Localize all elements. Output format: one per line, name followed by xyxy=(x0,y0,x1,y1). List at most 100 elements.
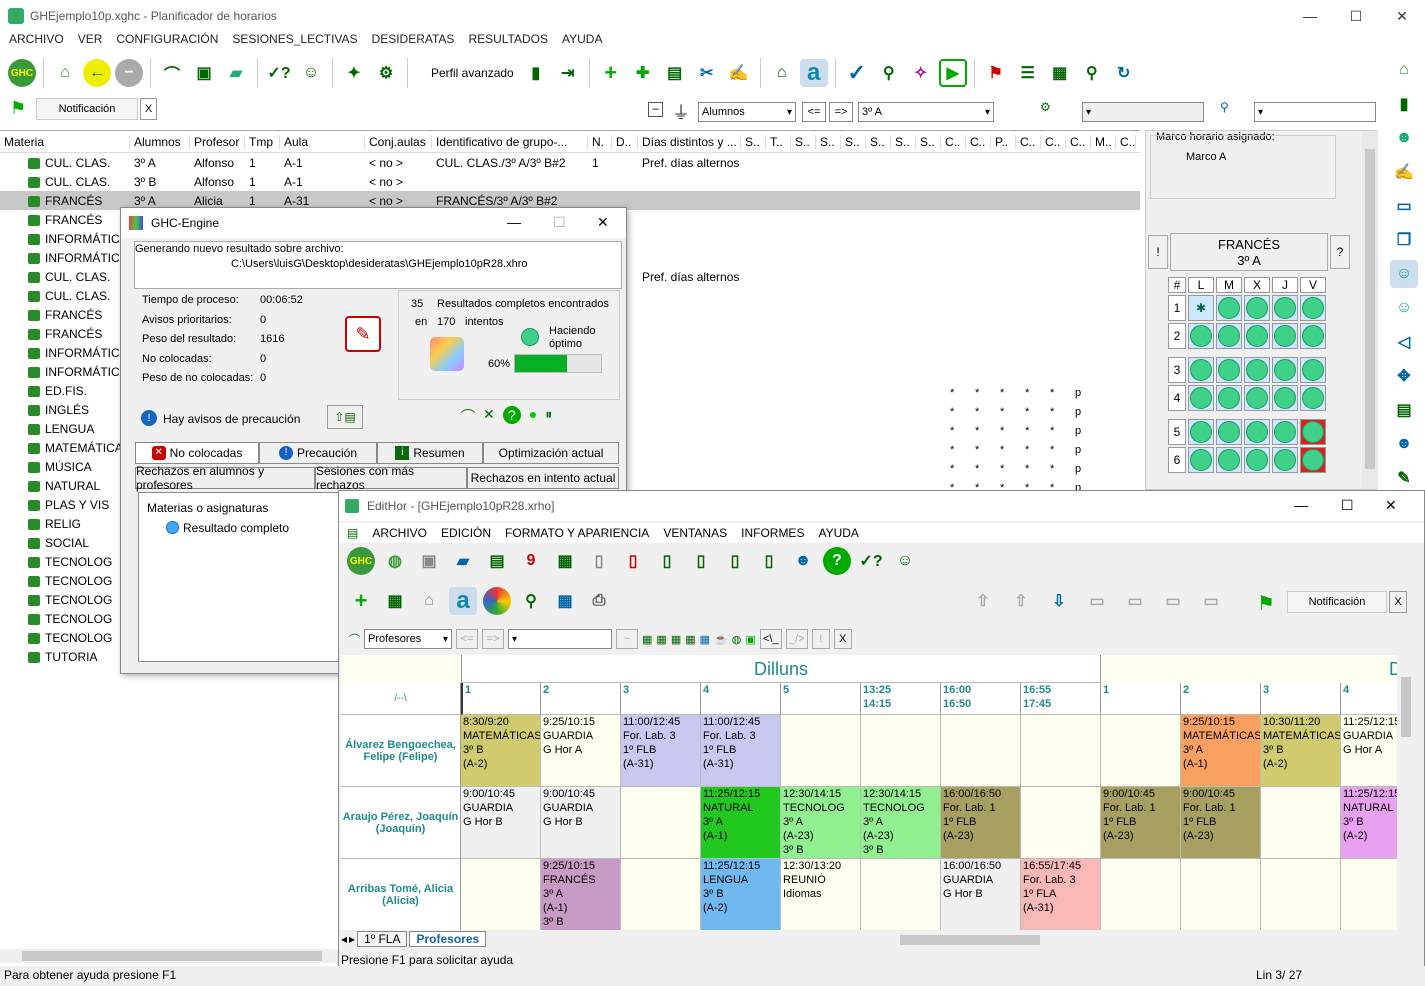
col-c2[interactable]: C.. xyxy=(966,134,991,149)
export-warn-button[interactable]: ⇧▤ xyxy=(327,405,363,429)
engine-minimize[interactable]: — xyxy=(507,214,521,230)
eh-menu-edicion[interactable]: EDICIÓN xyxy=(441,526,491,540)
eh-color-icon[interactable] xyxy=(483,587,511,615)
schedule-session[interactable]: 16:00/16:50 GUARDIA G Hor B xyxy=(941,859,1021,930)
schedule-session[interactable]: 11:00/12:45 For. Lab. 3 1º FLB (A-31) xyxy=(621,715,701,787)
tab-no-colocadas[interactable]: ✕ No colocadas xyxy=(135,442,259,464)
col-s4[interactable]: S.. xyxy=(841,134,866,149)
eh-excel-icon[interactable]: ▦ xyxy=(551,547,579,575)
col-m[interactable]: M.. xyxy=(1091,134,1116,149)
edithor-minimize[interactable]: — xyxy=(1294,497,1308,513)
eh-pdf-icon[interactable]: ▯ xyxy=(619,547,647,575)
menu-sesiones[interactable]: SESIONES_LECTIVAS xyxy=(232,32,357,50)
refresh-icon[interactable]: ↻ xyxy=(1110,59,1138,87)
schedule-session[interactable]: 9:00/10:45 GUARDIA G Hor B xyxy=(461,787,541,859)
schedule-session[interactable]: 11:25/12:15 NATURAL 3º B (A-2) xyxy=(1341,787,1397,859)
menu-desideratas[interactable]: DESIDERATAS xyxy=(372,32,455,50)
eh-up1-icon[interactable]: ⇧ xyxy=(969,587,997,615)
search-user-icon[interactable]: ⚲ xyxy=(875,59,903,87)
eh-calendar-icon[interactable]: 9 xyxy=(517,547,545,575)
school-side-icon[interactable]: ⌂ xyxy=(1390,56,1418,84)
eh-font-icon[interactable]: a xyxy=(449,587,477,615)
table-row[interactable]: CUL. CLAS. 3º B Alfonso 1 A-1 < no > xyxy=(0,172,1140,191)
warn-button[interactable]: ! xyxy=(1148,235,1168,269)
menu-ayuda[interactable]: AYUDA xyxy=(562,32,602,50)
edithor-close[interactable]: ✕ xyxy=(1385,497,1397,514)
prev-button[interactable]: <= xyxy=(802,102,826,122)
chalk-side-icon[interactable]: ✍ xyxy=(1390,158,1418,186)
side-slot[interactable] xyxy=(1300,323,1326,349)
side-slot[interactable] xyxy=(1216,385,1242,411)
eh-next[interactable]: => xyxy=(482,629,504,649)
side-slot[interactable] xyxy=(1244,385,1270,411)
notification-button[interactable]: Notificación xyxy=(36,98,138,120)
teacher-label[interactable]: Álvarez Bengoechea, Felipe (Felipe) xyxy=(341,715,461,787)
eh-card1-icon[interactable]: ▭ xyxy=(1083,587,1111,615)
eh-grid-icon[interactable]: ▦ xyxy=(381,587,409,615)
side-slot[interactable] xyxy=(1244,357,1270,383)
schedule-session[interactable]: 11:00/12:45 For. Lab. 3 1º FLB (A-31) xyxy=(701,715,781,787)
eh-zoom-icon[interactable]: ⚲ xyxy=(517,587,545,615)
eh-view2-icon[interactable]: ▦ xyxy=(656,633,666,646)
eh-nav-3[interactable]: ! xyxy=(811,629,830,649)
eh-view5-icon[interactable]: ▦ xyxy=(700,633,710,646)
schedule-empty-cell[interactable] xyxy=(1101,715,1181,787)
search-settings-icon[interactable]: ⚲ xyxy=(1078,59,1106,87)
filter-extra-icon[interactable]: ⚙ xyxy=(1040,100,1051,114)
col-c3[interactable]: C.. xyxy=(1016,134,1041,149)
back-icon[interactable]: ← xyxy=(83,59,111,87)
schedule-session[interactable]: 9:00/10:45 For. Lab. 1 1º FLB (A-23) xyxy=(1101,787,1181,859)
side-slot[interactable] xyxy=(1188,447,1214,473)
eh-menu-ayuda[interactable]: AYUDA xyxy=(818,526,858,540)
schedule-empty-cell[interactable] xyxy=(781,715,861,787)
teacher-label[interactable]: Arribas Tomé, Alicia (Alicia) xyxy=(341,859,461,930)
side-slot[interactable] xyxy=(1272,385,1298,411)
side-slot[interactable] xyxy=(1188,323,1214,349)
col-c6[interactable]: C.. xyxy=(1116,134,1136,149)
col-s1[interactable]: S.. xyxy=(741,134,766,149)
engine-close[interactable]: ✕ xyxy=(597,214,609,231)
side-slot[interactable] xyxy=(1272,447,1298,473)
period-header[interactable]: 16:00 16:50 xyxy=(941,683,1021,715)
col-conj[interactable]: Conj.aulas xyxy=(365,134,432,149)
export-icon[interactable]: ⇥ xyxy=(554,59,582,87)
eh-menu-archivo[interactable]: ARCHIVO xyxy=(372,526,427,540)
schedule-empty-cell[interactable] xyxy=(941,715,1021,787)
book-side-icon[interactable]: ▮ xyxy=(1390,90,1418,118)
extra-combo-1[interactable] xyxy=(1082,102,1204,122)
engine-maximize[interactable]: ☐ xyxy=(553,214,566,231)
eh-view7-icon[interactable]: ◍ xyxy=(732,633,742,646)
cut-icon[interactable]: ✂ xyxy=(693,59,721,87)
col-tmp[interactable]: Tmp xyxy=(245,134,280,149)
eh-card3-icon[interactable]: ▭ xyxy=(1159,587,1187,615)
board-side-icon[interactable]: ▭ xyxy=(1390,192,1418,220)
pause-icon[interactable]: ⏸ xyxy=(545,406,552,426)
eh-ghc-icon[interactable]: GHC xyxy=(347,547,375,575)
tab-precaucion[interactable]: ! Precaución xyxy=(259,442,377,464)
books-side-icon[interactable]: ▤ xyxy=(1390,396,1418,424)
period-header[interactable]: 2 xyxy=(541,683,621,715)
eh-menu-informes[interactable]: INFORMES xyxy=(741,526,804,540)
eh-open-icon[interactable]: ◍ xyxy=(381,547,409,575)
clip-ctrl-icon[interactable]: ⌒ xyxy=(461,406,475,426)
schedule-hscroll[interactable] xyxy=(884,933,1394,947)
teacher-side-icon[interactable]: ☻ xyxy=(1390,430,1418,458)
schedule-empty-cell[interactable] xyxy=(1341,859,1397,930)
eh-card4-icon[interactable]: ▭ xyxy=(1197,587,1225,615)
side-slot[interactable] xyxy=(1300,357,1326,383)
sign-icon[interactable]: ✍ xyxy=(725,59,753,87)
eh-notification-close[interactable]: X xyxy=(1389,591,1407,613)
schedule-session[interactable]: 11:25/12:15 LENGUA 3º B (A-2) xyxy=(701,859,781,930)
check-icon[interactable]: ✓ xyxy=(843,59,871,87)
schedule-empty-cell[interactable] xyxy=(1261,859,1341,930)
period-header[interactable]: 16:55 17:45 xyxy=(1021,683,1101,715)
windows-side-icon[interactable]: ❐ xyxy=(1390,226,1418,254)
ghc-logo-icon[interactable]: GHC xyxy=(8,59,36,87)
side-slot[interactable] xyxy=(1216,447,1242,473)
period-header[interactable]: 1 xyxy=(1101,683,1181,715)
eh-help-icon[interactable]: ? xyxy=(823,547,851,575)
period-header[interactable]: 3 xyxy=(1261,683,1341,715)
students-side-icon[interactable]: ☺ xyxy=(1390,260,1418,288)
help-ctrl-icon[interactable]: ? xyxy=(502,406,521,424)
side-slot[interactable] xyxy=(1300,295,1326,321)
